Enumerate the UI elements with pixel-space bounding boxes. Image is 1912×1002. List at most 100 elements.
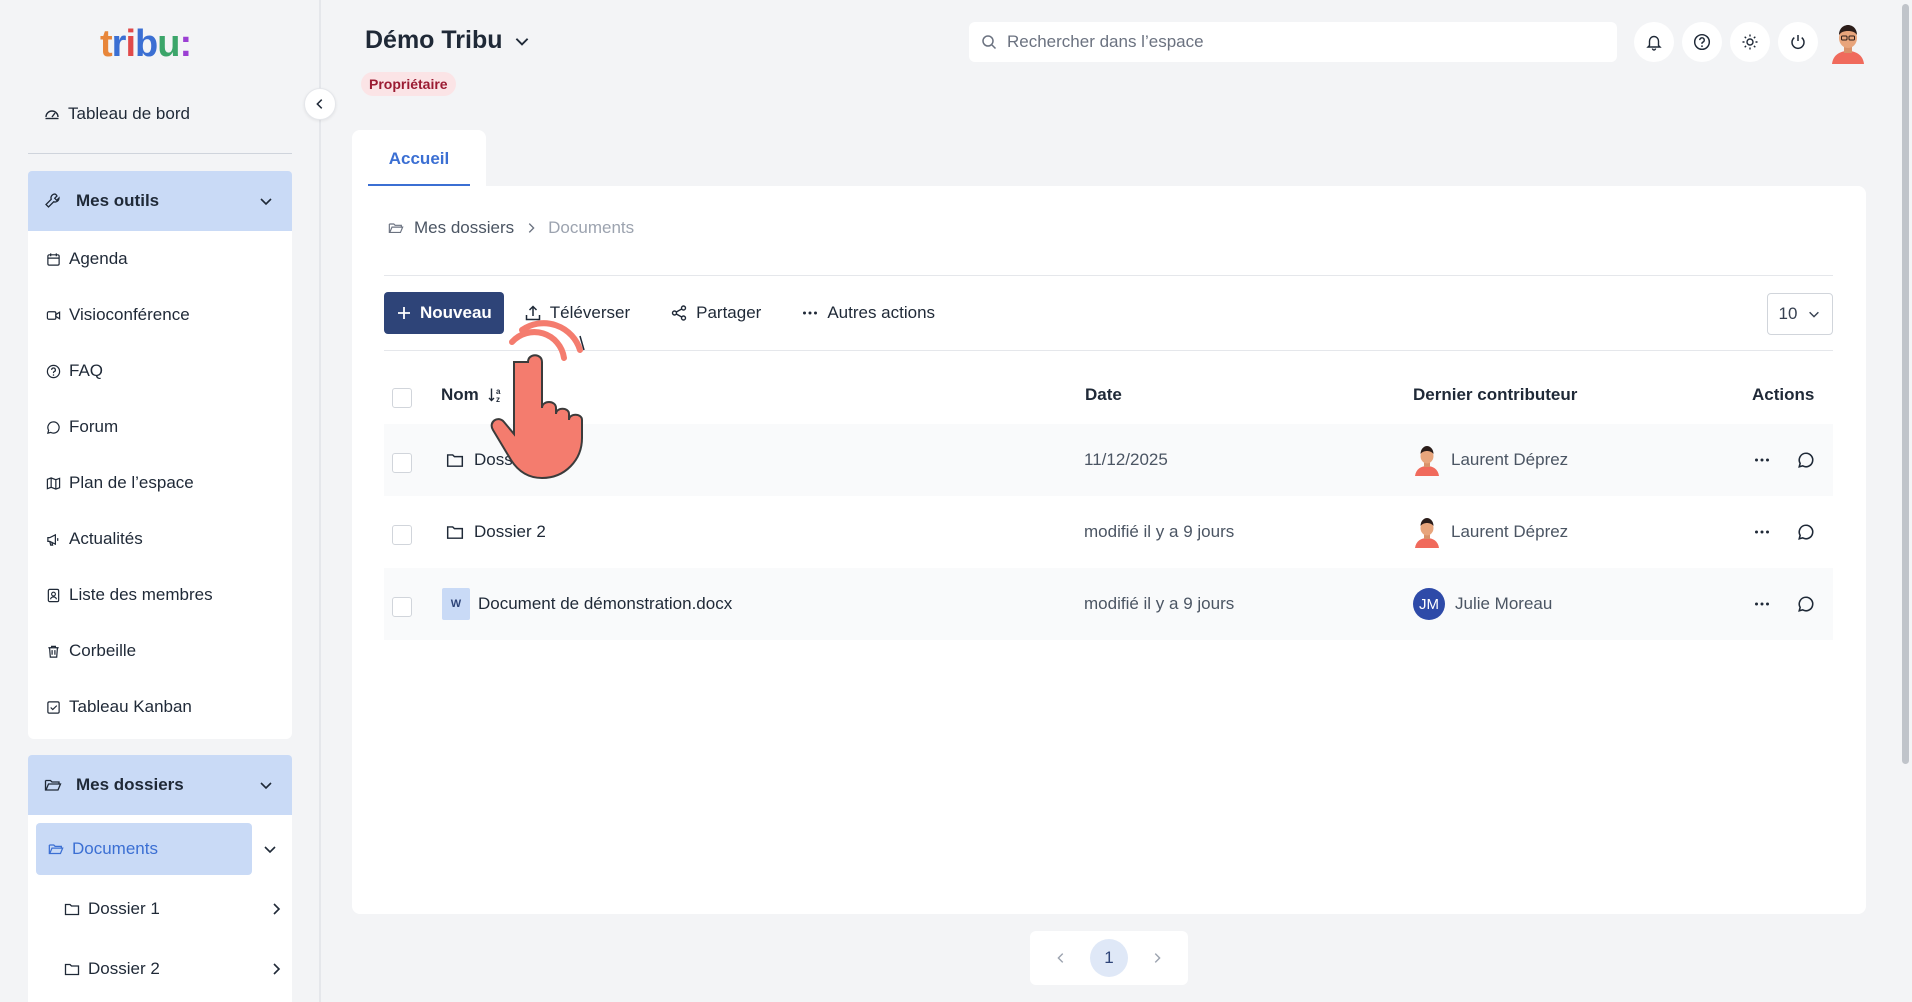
- folder-open-icon: [44, 779, 62, 791]
- page-scrollbar[interactable]: [1900, 0, 1912, 1002]
- tab-accueil[interactable]: Accueil: [352, 130, 486, 188]
- column-header-name[interactable]: Nom za: [441, 385, 505, 405]
- help-circle-icon: [46, 364, 61, 378]
- sidebar-item-space-map[interactable]: Plan de l’espace: [28, 455, 292, 511]
- comment-icon[interactable]: [1797, 523, 1815, 541]
- file-name-cell[interactable]: W Document de démonstration.docx: [442, 568, 732, 640]
- file-name-cell[interactable]: Dossier 2: [446, 496, 546, 568]
- chevron-right-icon: [528, 223, 535, 233]
- per-page-value: 10: [1778, 304, 1798, 323]
- logo-graphic: tribu:: [100, 23, 192, 62]
- folder-icon: [64, 963, 80, 976]
- chevron-down-icon: [515, 37, 528, 46]
- select-all-checkbox[interactable]: [392, 388, 412, 408]
- breadcrumb-root[interactable]: Mes dossiers: [414, 218, 514, 238]
- svg-text:z: z: [496, 395, 500, 404]
- sidebar-divider: [28, 153, 292, 154]
- search-input[interactable]: [1007, 32, 1617, 52]
- sidebar-item-members[interactable]: Liste des membres: [28, 567, 292, 623]
- svg-text:a: a: [496, 387, 501, 396]
- divider: [384, 350, 1833, 351]
- folder-icon: [446, 454, 464, 467]
- trash-icon: [48, 645, 59, 658]
- date-cell: modifié il y a 9 jours: [1084, 522, 1235, 541]
- sort-ascending-icon: za: [488, 387, 501, 404]
- sidebar-item-agenda[interactable]: Agenda: [28, 231, 292, 287]
- sidebar-item-label: Corbeille: [69, 641, 137, 660]
- folder-open-icon: [48, 844, 64, 855]
- more-actions-button[interactable]: Autres actions: [781, 292, 955, 334]
- notifications-button[interactable]: [1634, 22, 1674, 62]
- sidebar-item-faq[interactable]: FAQ: [28, 343, 292, 399]
- word-file-icon: W: [442, 588, 470, 620]
- comment-icon[interactable]: [1797, 595, 1815, 613]
- search-icon: [982, 35, 997, 50]
- sidebar-item-visio[interactable]: Visioconférence: [28, 287, 292, 343]
- video-icon: [46, 310, 61, 320]
- row-checkbox[interactable]: [392, 597, 412, 617]
- scrollbar-thumb[interactable]: [1902, 4, 1909, 764]
- folder-item-dossier-2[interactable]: Dossier 2: [64, 949, 284, 989]
- sidebar-item-label: Tableau Kanban: [69, 697, 192, 716]
- sidebar-item-forum[interactable]: Forum: [28, 399, 292, 455]
- contributor-cell: Laurent Déprez: [1413, 496, 1568, 568]
- column-header-contributor[interactable]: Dernier contributeur: [1413, 385, 1577, 405]
- toolbar: Nouveau Téléverser Partager Autres actio…: [384, 292, 955, 334]
- page-number[interactable]: 1: [1090, 939, 1128, 977]
- new-button-label: Nouveau: [420, 303, 492, 322]
- user-avatar[interactable]: [1826, 20, 1870, 64]
- file-name: Document de démonstration.docx: [478, 594, 733, 613]
- upload-icon: [525, 305, 541, 321]
- sidebar-item-label: Plan de l’espace: [69, 473, 194, 492]
- table-row[interactable]: W Document de démonstration.docx modifié…: [384, 568, 1833, 640]
- tribu-logo[interactable]: tribu:: [100, 22, 220, 62]
- more-horizontal-icon[interactable]: [1753, 523, 1771, 541]
- help-button[interactable]: [1682, 22, 1722, 62]
- tools-list: Agenda Visioconférence FAQ Forum Plan de…: [28, 231, 292, 739]
- share-button[interactable]: Partager: [650, 292, 781, 334]
- folder-item-label: Dossier 2: [88, 959, 160, 978]
- upload-button[interactable]: Téléverser: [504, 292, 650, 334]
- comment-icon[interactable]: [1797, 451, 1815, 469]
- space-title-text: Démo Tribu: [365, 26, 503, 54]
- row-checkbox[interactable]: [392, 453, 412, 473]
- checkbox-icon: [47, 700, 60, 714]
- gauge-icon: [45, 110, 59, 120]
- breadcrumb-current: Documents: [548, 218, 635, 237]
- role-badge: Propriétaire: [361, 72, 456, 96]
- table-row[interactable]: Dossier 2 modifié il y a 9 jours Laurent…: [384, 496, 1833, 568]
- row-checkbox[interactable]: [392, 525, 412, 545]
- folder-open-icon: [388, 223, 404, 234]
- chevron-down-icon[interactable]: [262, 841, 278, 857]
- chevron-left-icon[interactable]: [1054, 951, 1068, 965]
- sidebar-item-label: Liste des membres: [69, 585, 213, 604]
- avatar: [1415, 446, 1439, 476]
- sidebar-item-label: Forum: [69, 417, 119, 436]
- contributor-name: Laurent Déprez: [1451, 450, 1569, 469]
- chevron-right-icon[interactable]: [268, 901, 284, 917]
- folders-group-header[interactable]: Mes dossiers: [28, 755, 292, 815]
- search-bar[interactable]: [969, 22, 1617, 62]
- new-button[interactable]: Nouveau: [384, 292, 504, 334]
- more-horizontal-icon[interactable]: [1753, 451, 1771, 469]
- chevron-right-icon[interactable]: [1150, 951, 1164, 965]
- column-header-date[interactable]: Date: [1085, 385, 1122, 405]
- folder-item-dossier-1[interactable]: Dossier 1: [64, 889, 284, 929]
- space-title[interactable]: Démo Tribu: [365, 26, 531, 55]
- collapse-sidebar-button[interactable]: [304, 88, 336, 120]
- chevron-right-icon[interactable]: [268, 961, 284, 977]
- nav-dashboard[interactable]: Tableau de bord: [28, 96, 292, 132]
- sidebar-item-trash[interactable]: Corbeille: [28, 623, 292, 679]
- sidebar-item-news[interactable]: Actualités: [28, 511, 292, 567]
- tools-group-header[interactable]: Mes outils: [28, 171, 292, 231]
- breadcrumb: Mes dossiers Documents: [388, 218, 634, 238]
- theme-toggle-button[interactable]: [1730, 22, 1770, 62]
- per-page-select[interactable]: 10: [1767, 293, 1833, 335]
- sidebar-item-kanban[interactable]: Tableau Kanban: [28, 679, 292, 735]
- chevron-down-icon: [260, 198, 272, 206]
- logout-button[interactable]: [1778, 22, 1818, 62]
- table-row[interactable]: Dossie 11/12/2025 Laurent Déprez: [384, 424, 1833, 496]
- more-horizontal-icon[interactable]: [1753, 595, 1771, 613]
- folder-documents[interactable]: Documents: [36, 823, 252, 875]
- file-name-cell[interactable]: Dossie: [446, 424, 526, 496]
